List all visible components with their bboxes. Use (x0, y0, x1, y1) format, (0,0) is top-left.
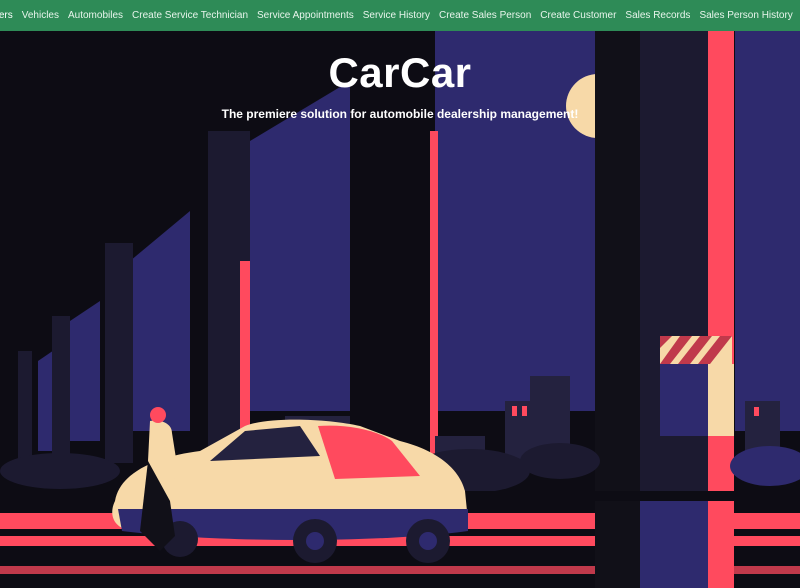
nav-link-create-customer[interactable]: Create Customer (536, 0, 621, 31)
nav-link-create-service-technician[interactable]: Create Service Technician (128, 0, 253, 31)
hero-subtitle: The premiere solution for automobile dea… (221, 107, 579, 121)
nav-link-sales-records[interactable]: Sales Records (621, 0, 695, 31)
nav-link-service-history[interactable]: Service History (358, 0, 434, 31)
hero-section: CarCar The premiere solution for automob… (0, 31, 800, 588)
nav-link-sales-person-history[interactable]: Sales Person History (695, 0, 797, 31)
nav-link-create-sales-person[interactable]: Create Sales Person (434, 0, 535, 31)
nav-link-manufacturers[interactable]: rers (0, 0, 17, 31)
nav-link-automobiles[interactable]: Automobiles (63, 0, 127, 31)
nav-link-service-appointments[interactable]: Service Appointments (253, 0, 359, 31)
nav-list: rersVehiclesAutomobilesCreate Service Te… (0, 0, 797, 31)
hero-title: CarCar (328, 49, 472, 96)
top-navbar: rersVehiclesAutomobilesCreate Service Te… (0, 0, 800, 31)
nav-link-vehicles[interactable]: Vehicles (17, 0, 63, 31)
